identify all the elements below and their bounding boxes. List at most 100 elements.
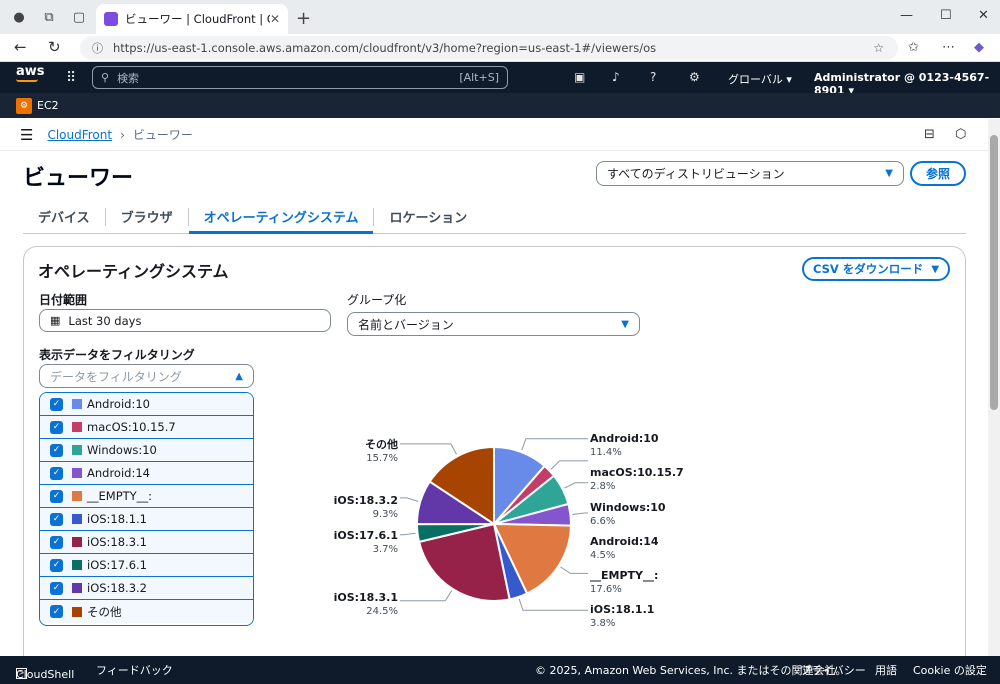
back-icon[interactable]: ← xyxy=(14,38,27,56)
tab-actions-icon[interactable]: ▢ xyxy=(68,6,90,28)
pie-label-name: iOS:17.6.1 xyxy=(333,529,398,542)
tab-list: デバイス ブラウザ オペレーティングシステム ロケーション xyxy=(23,200,966,234)
pie-label-android-10: Android:10 11.4% xyxy=(590,432,659,460)
filter-option[interactable]: ✓ iOS:18.3.2 xyxy=(40,577,253,600)
pie-leader-line xyxy=(400,497,419,502)
notifications-icon[interactable]: ♪ xyxy=(612,70,620,84)
color-swatch xyxy=(72,537,82,547)
services-menu-icon[interactable]: ⠿ xyxy=(66,70,76,86)
tab-devices[interactable]: デバイス xyxy=(23,200,105,234)
color-swatch xyxy=(72,491,82,501)
favorite-star-icon[interactable]: ☆ xyxy=(873,41,884,55)
terms-link[interactable]: 用語 xyxy=(875,662,897,678)
filter-option[interactable]: ✓ iOS:18.1.1 xyxy=(40,508,253,531)
pie-label-percent: 6.6% xyxy=(590,516,616,527)
collections-icon[interactable]: ⧉ xyxy=(38,6,60,28)
filter-option[interactable]: ✓ Windows:10 xyxy=(40,439,253,462)
date-range-picker[interactable]: ▦ Last 30 days xyxy=(39,309,331,332)
checkbox-checked-icon[interactable]: ✓ xyxy=(50,535,63,549)
breadcrumb: ☰ CloudFront › ビューワー xyxy=(0,119,990,151)
checkbox-checked-icon[interactable]: ✓ xyxy=(50,443,63,457)
date-range-label: 日付範囲 xyxy=(39,293,88,307)
browser-tab[interactable]: ビューワー | CloudFront | Global ✕ xyxy=(96,4,288,34)
cookie-settings-link[interactable]: Cookie の設定 xyxy=(913,662,987,678)
site-info-icon[interactable]: ⓘ xyxy=(92,40,103,56)
search-input[interactable]: ⚲ 検索 [Alt+S] xyxy=(92,66,508,89)
settings-gear-icon[interactable]: ⚙ xyxy=(689,70,700,84)
filter-multiselect[interactable]: データをフィルタリング ▲ xyxy=(39,364,254,388)
notifications-panel-icon[interactable]: ⬡ xyxy=(955,127,966,142)
filter-option[interactable]: ✓ Android:14 xyxy=(40,462,253,485)
checkbox-checked-icon[interactable]: ✓ xyxy=(50,581,63,595)
pie-label-percent: 3.8% xyxy=(590,618,616,629)
distribution-select[interactable]: すべてのディストリビューション ▼ xyxy=(596,161,904,186)
profile-icon[interactable]: ● xyxy=(8,6,30,28)
pie-leader-line xyxy=(550,460,588,470)
filter-option-label: Android:10 xyxy=(87,397,150,411)
breadcrumb-cloudfront-link[interactable]: CloudFront xyxy=(47,128,112,142)
info-panel-icon[interactable]: ⊟ xyxy=(924,127,935,142)
checkbox-checked-icon[interactable]: ✓ xyxy=(50,397,63,411)
close-window-icon[interactable]: ✕ xyxy=(978,8,989,23)
url-field[interactable]: ⓘ https://us-east-1.console.aws.amazon.c… xyxy=(80,36,898,60)
color-swatch xyxy=(72,583,82,593)
filter-option[interactable]: ✓ macOS:10.15.7 xyxy=(40,416,253,439)
feedback-link[interactable]: フィードバック xyxy=(96,662,173,678)
color-swatch xyxy=(72,560,82,570)
panel-title: オペレーティングシステム xyxy=(38,262,229,281)
pie-label-percent: 4.5% xyxy=(590,550,616,561)
group-by-value: 名前とバージョン xyxy=(358,317,454,332)
calendar-icon: ▦ xyxy=(50,314,61,327)
color-swatch xyxy=(72,422,82,432)
pie-label-name: iOS:18.3.1 xyxy=(333,591,398,604)
region-selector[interactable]: グローバル ▾ xyxy=(728,71,792,87)
close-tab-icon[interactable]: ✕ xyxy=(270,12,280,26)
filter-option-label: iOS:18.3.2 xyxy=(87,581,147,595)
pie-leader-line xyxy=(400,443,458,455)
tab-locations[interactable]: ロケーション xyxy=(374,200,482,234)
more-menu-icon[interactable]: ⋯ xyxy=(942,40,955,55)
maximize-icon[interactable]: ☐ xyxy=(940,8,952,23)
reload-icon[interactable]: ↻ xyxy=(48,38,61,56)
checkbox-checked-icon[interactable]: ✓ xyxy=(50,558,63,572)
checkbox-checked-icon[interactable]: ✓ xyxy=(50,489,63,503)
cloudshell-label: CloudShell xyxy=(16,668,75,681)
cloudfront-favicon-icon xyxy=(104,12,118,26)
tab-operating-systems[interactable]: オペレーティングシステム xyxy=(188,200,374,234)
aws-logo[interactable]: aws xyxy=(16,65,45,82)
help-icon[interactable]: ? xyxy=(650,70,656,84)
minimize-icon[interactable]: — xyxy=(900,8,913,23)
filter-option[interactable]: ✓ その他 xyxy=(40,600,253,623)
filter-option[interactable]: ✓ __EMPTY__: xyxy=(40,485,253,508)
download-csv-button[interactable]: CSV をダウンロード ▼ xyxy=(802,257,950,281)
filter-option[interactable]: ✓ iOS:17.6.1 xyxy=(40,554,253,577)
group-by-select[interactable]: 名前とバージョン ▼ xyxy=(347,312,640,336)
checkbox-checked-icon[interactable]: ✓ xyxy=(50,466,63,480)
filter-option-label: その他 xyxy=(87,604,122,619)
side-nav-menu-icon[interactable]: ☰ xyxy=(20,126,33,144)
privacy-link[interactable]: プライバシー xyxy=(800,662,866,678)
tab-browsers[interactable]: ブラウザ xyxy=(106,200,188,234)
pie-label-windows-10: Windows:10 6.6% xyxy=(590,501,666,529)
reference-button[interactable]: 参照 xyxy=(910,161,966,186)
checkbox-checked-icon[interactable]: ✓ xyxy=(50,605,63,618)
scrollbar-thumb[interactable] xyxy=(990,135,998,410)
filter-option[interactable]: ✓ iOS:18.3.1 xyxy=(40,531,253,554)
pie-label-android-14: Android:14 4.5% xyxy=(590,535,659,563)
pie-label-ios-18-1-1: iOS:18.1.1 3.8% xyxy=(590,603,654,631)
checkbox-checked-icon[interactable]: ✓ xyxy=(50,420,63,434)
pie-label-other: その他 15.7% xyxy=(330,438,398,466)
favorites-icon[interactable]: ✩ xyxy=(908,40,919,55)
color-swatch xyxy=(72,606,82,617)
cloudshell-icon[interactable]: ▣ xyxy=(574,70,585,84)
checkbox-checked-icon[interactable]: ✓ xyxy=(50,512,63,526)
copilot-icon[interactable]: ◆ xyxy=(974,40,984,55)
pie-label-percent: 15.7% xyxy=(366,453,398,464)
pie-label-name: iOS:18.1.1 xyxy=(590,603,655,616)
new-tab-icon[interactable]: + xyxy=(296,8,311,29)
ec2-favorite-link[interactable]: EC2 xyxy=(37,99,59,112)
aws-top-nav: aws ⠿ ⚲ 検索 [Alt+S] ▣ ♪ ? ⚙ グローバル ▾ Admin… xyxy=(0,62,1000,97)
pie-label-percent: 24.5% xyxy=(366,606,398,617)
pie-leader-line xyxy=(560,566,588,574)
filter-option[interactable]: ✓ Android:10 xyxy=(40,393,253,416)
